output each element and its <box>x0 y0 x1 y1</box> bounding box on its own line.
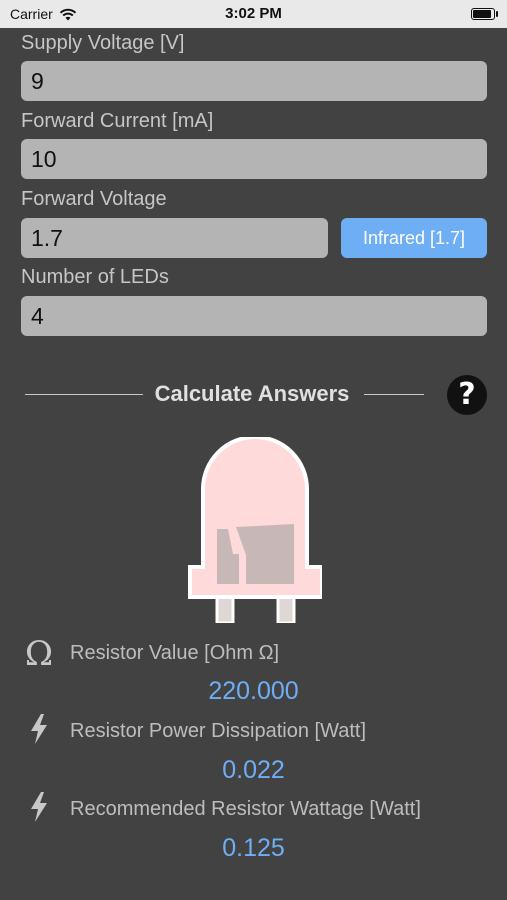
resistor-value-output: 220.000 <box>208 677 299 705</box>
forward-voltage-input[interactable]: 1.7 <box>21 218 328 258</box>
battery-icon <box>471 8 498 20</box>
forward-current-input[interactable]: 10 <box>21 139 487 179</box>
forward-current-label: Forward Current [mA] <box>21 110 214 132</box>
recommended-wattage-output: 0.125 <box>222 834 285 862</box>
led-preset-button[interactable]: Infrared [1.7] <box>341 218 487 258</box>
divider-left <box>25 394 143 395</box>
calculate-button[interactable]: Calculate Answers <box>140 381 364 407</box>
status-bar: Carrier 3:02 PM <box>0 0 507 28</box>
power-dissipation-output: 0.022 <box>222 756 285 784</box>
led-illustration <box>188 437 322 623</box>
recommended-wattage-label: Recommended Resistor Wattage [Watt] <box>70 798 421 820</box>
omega-icon: Ω <box>24 634 54 674</box>
status-time: 3:02 PM <box>225 5 282 22</box>
num-leds-label: Number of LEDs <box>21 266 169 288</box>
forward-voltage-label: Forward Voltage <box>21 188 167 210</box>
power-dissipation-label: Resistor Power Dissipation [Watt] <box>70 720 367 742</box>
help-icon[interactable]: ? <box>447 375 487 415</box>
divider-right <box>364 394 424 395</box>
supply-voltage-input[interactable]: 9 <box>21 61 487 101</box>
num-leds-input[interactable]: 4 <box>21 296 487 336</box>
lightning-icon <box>31 792 47 822</box>
resistor-value-label: Resistor Value [Ohm Ω] <box>70 642 280 664</box>
lightning-icon <box>31 714 47 744</box>
supply-voltage-label: Supply Voltage [V] <box>21 32 185 54</box>
